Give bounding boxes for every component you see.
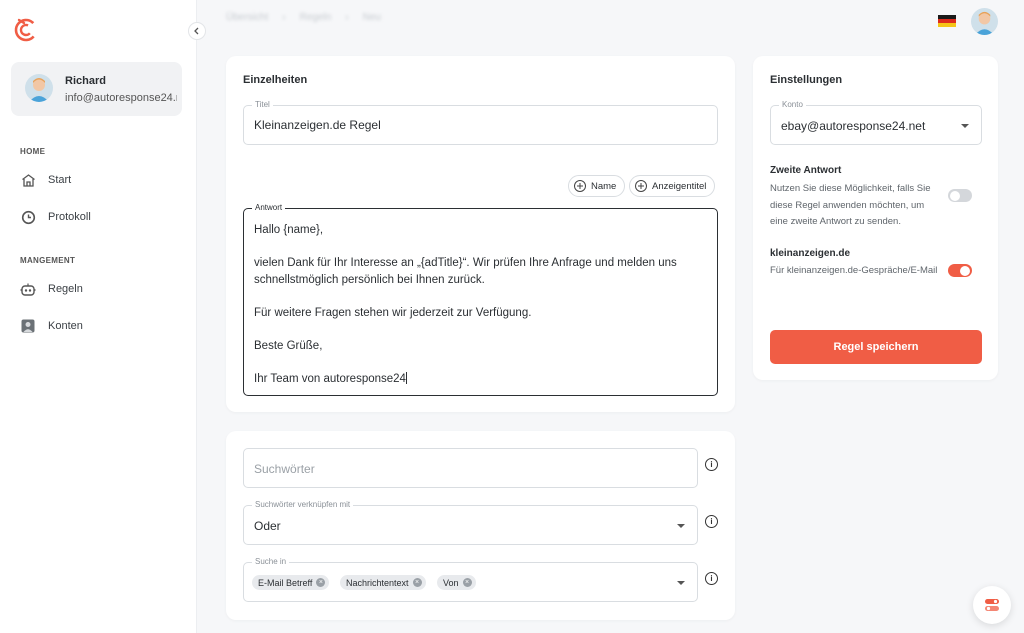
caret-down-icon bbox=[677, 581, 685, 585]
details-heading: Einzelheiten bbox=[243, 74, 308, 86]
sidebar-item-regeln[interactable]: Regeln bbox=[20, 279, 83, 299]
sidebar-item-label: Regeln bbox=[48, 283, 83, 295]
connect-select[interactable]: Suchwörter verknüpfen mit Oder bbox=[243, 500, 698, 545]
answer-line: Für weitere Fragen stehen wir jederzeit … bbox=[254, 306, 532, 319]
settings-fab-button[interactable] bbox=[973, 586, 1011, 624]
tag-label: Von bbox=[443, 577, 459, 588]
sidebar-item-konten[interactable]: Konten bbox=[20, 316, 83, 336]
search-in-tag[interactable]: Von × bbox=[437, 575, 476, 590]
toggles-icon bbox=[985, 599, 999, 611]
insert-name-button[interactable]: Name bbox=[568, 175, 626, 197]
search-in-label: Suche in bbox=[252, 557, 290, 566]
settings-heading: Einstellungen bbox=[770, 74, 843, 86]
sidebar-item-label: Protokoll bbox=[48, 211, 91, 223]
search-in-tag[interactable]: Nachrichtentext × bbox=[340, 575, 426, 590]
remove-tag-icon[interactable]: × bbox=[316, 578, 326, 587]
second-reply-description: Nutzen Sie diese Möglichkeit, falls Sie … bbox=[770, 183, 931, 227]
tag-label: E-Mail Betreff bbox=[258, 577, 313, 588]
section-label-home: HOME bbox=[20, 147, 46, 156]
collapse-sidebar-button[interactable] bbox=[188, 22, 206, 40]
sidebar-item-label: Start bbox=[48, 174, 72, 186]
second-reply-toggle[interactable] bbox=[948, 189, 972, 202]
title-label: Titel bbox=[252, 100, 273, 109]
answer-label: Antwort bbox=[252, 203, 286, 212]
info-icon[interactable]: i bbox=[705, 458, 718, 471]
answer-text: Hallo {name}, vielen Dank für Ihr Intere… bbox=[254, 222, 704, 387]
insert-name-label: Name bbox=[591, 180, 617, 192]
german-flag-icon[interactable] bbox=[938, 15, 956, 27]
title-field[interactable]: Titel Kleinanzeigen.de Regel bbox=[243, 100, 718, 145]
connect-label: Suchwörter verknüpfen mit bbox=[252, 500, 354, 509]
title-value: Kleinanzeigen.de Regel bbox=[254, 118, 381, 132]
caret-down-icon bbox=[961, 124, 969, 128]
sidebar-item-label: Konten bbox=[48, 320, 83, 332]
info-icon[interactable]: i bbox=[705, 515, 718, 528]
tag-label: Nachrichtentext bbox=[346, 577, 409, 588]
chevron-left-icon bbox=[194, 27, 199, 35]
text-cursor bbox=[405, 371, 407, 384]
account-icon bbox=[20, 318, 36, 334]
answer-line: Beste Grüße, bbox=[254, 339, 323, 352]
robot-icon bbox=[20, 281, 36, 297]
account-value: ebay@autoresponse24.net bbox=[781, 119, 926, 133]
user-name: Richard bbox=[65, 75, 106, 87]
connect-value: Oder bbox=[254, 519, 281, 533]
account-label: Konto bbox=[779, 100, 806, 109]
second-reply-title: Zweite Antwort bbox=[770, 165, 842, 176]
home-icon bbox=[20, 172, 36, 188]
keywords-input[interactable]: Suchwörter bbox=[243, 448, 698, 488]
kleinanzeigen-toggle[interactable] bbox=[948, 264, 972, 277]
remove-tag-icon[interactable]: × bbox=[412, 578, 422, 587]
remove-tag-icon[interactable]: × bbox=[462, 578, 472, 587]
breadcrumb-separator: › bbox=[282, 12, 286, 23]
section-label-management: MANGEMENT bbox=[20, 256, 76, 265]
kleinanzeigen-description: Für kleinanzeigen.de-Gespräche/E-Mail bbox=[770, 265, 938, 276]
avatar[interactable] bbox=[971, 8, 998, 35]
clock-icon bbox=[20, 209, 36, 225]
sidebar: Richard info@autoresponse24.net HOME Sta… bbox=[0, 0, 197, 633]
breadcrumb-item: Neu bbox=[362, 12, 381, 23]
breadcrumb: Übersicht › Regeln › Neu bbox=[226, 12, 381, 23]
keywords-placeholder: Suchwörter bbox=[254, 462, 315, 476]
user-card[interactable]: Richard info@autoresponse24.net bbox=[11, 62, 182, 116]
save-rule-button[interactable]: Regel speichern bbox=[770, 330, 982, 364]
info-icon[interactable]: i bbox=[705, 572, 718, 585]
user-email: info@autoresponse24.net bbox=[65, 92, 177, 104]
insert-adtitle-label: Anzeigentitel bbox=[652, 180, 707, 192]
kleinanzeigen-title: kleinanzeigen.de bbox=[770, 248, 851, 259]
breadcrumb-separator: › bbox=[345, 12, 349, 23]
app-logo[interactable] bbox=[14, 16, 38, 44]
breadcrumb-item[interactable]: Übersicht bbox=[226, 12, 268, 23]
search-in-tag[interactable]: E-Mail Betreff × bbox=[252, 575, 330, 590]
plus-circle-icon bbox=[635, 180, 647, 192]
account-select[interactable]: Konto ebay@autoresponse24.net bbox=[770, 100, 982, 145]
sidebar-item-start[interactable]: Start bbox=[20, 170, 71, 190]
answer-line: Hallo {name}, bbox=[254, 224, 324, 236]
answer-line: Ihr Team von autoresponse24 bbox=[254, 372, 406, 385]
avatar bbox=[25, 74, 53, 102]
answer-textarea[interactable]: Antwort Hallo {name}, vielen Dank für Ih… bbox=[243, 203, 718, 396]
plus-circle-icon bbox=[574, 180, 586, 192]
caret-down-icon bbox=[677, 524, 685, 528]
breadcrumb-item[interactable]: Regeln bbox=[300, 12, 332, 23]
sidebar-item-protokoll[interactable]: Protokoll bbox=[20, 207, 91, 227]
answer-line: vielen Dank für Ihr Interesse an „{adTit… bbox=[254, 257, 677, 286]
insert-adtitle-button[interactable]: Anzeigentitel bbox=[629, 175, 716, 197]
